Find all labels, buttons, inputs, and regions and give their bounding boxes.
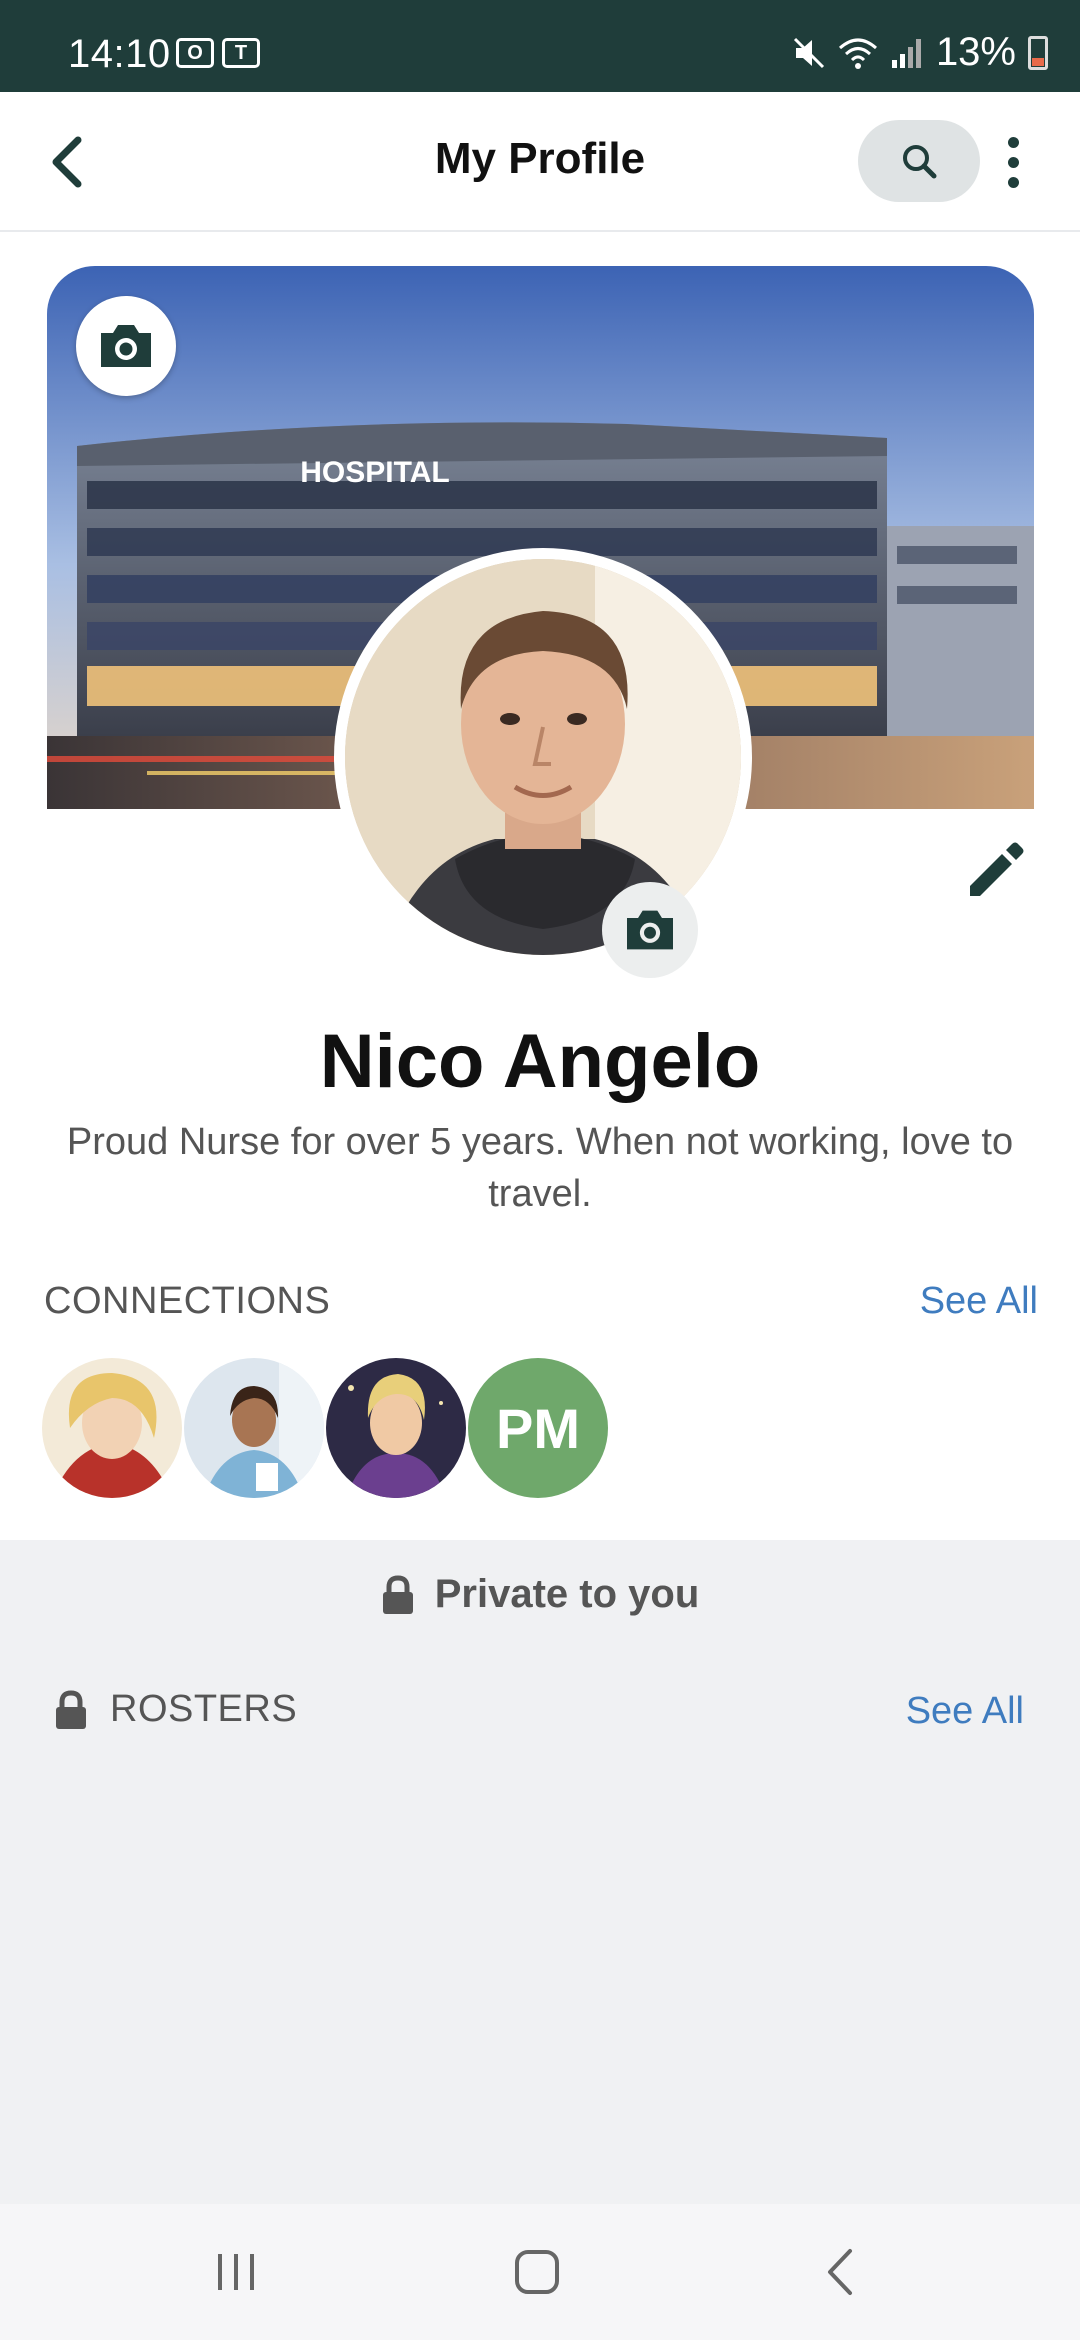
app-header: My Profile <box>0 92 1080 232</box>
connection-initials: PM <box>496 1396 580 1460</box>
connections-list: PM <box>42 1358 608 1498</box>
wifi-icon <box>838 38 877 69</box>
rosters-header: ROSTERS <box>54 1688 297 1731</box>
dot-icon <box>1007 176 1019 188</box>
signal-icon <box>891 38 921 68</box>
connection-avatar-3[interactable] <box>326 1358 466 1498</box>
dot-icon <box>1007 136 1019 148</box>
change-avatar-button[interactable] <box>602 882 698 978</box>
edit-profile-button[interactable] <box>956 832 1032 908</box>
outlook-icon: O <box>176 38 214 68</box>
search-icon <box>903 145 937 179</box>
status-app-icons: O T <box>176 38 260 68</box>
recents-button[interactable] <box>196 2240 276 2304</box>
change-cover-button[interactable] <box>76 296 176 396</box>
pencil-icon <box>970 842 1024 896</box>
private-note-text: Private to you <box>434 1572 700 1616</box>
profile-bio: Proud Nurse for over 5 years. When not w… <box>66 1121 1014 1215</box>
mute-icon <box>793 37 824 68</box>
recents-icon <box>218 2254 254 2290</box>
connection-avatar-4[interactable]: PM <box>468 1358 608 1498</box>
status-right: 13% <box>792 30 1048 75</box>
lock-icon <box>56 1689 86 1729</box>
status-time: 14:10 <box>68 32 171 76</box>
dot-icon <box>1007 156 1019 168</box>
teams-icon: T <box>222 38 260 68</box>
system-nav-bar <box>0 2204 1080 2340</box>
home-button[interactable] <box>497 2240 577 2304</box>
rosters-see-all-link[interactable]: See All <box>906 1690 1024 1733</box>
system-back-button[interactable] <box>800 2240 880 2304</box>
camera-icon <box>101 325 151 367</box>
connection-avatar-2[interactable] <box>184 1358 324 1498</box>
status-bar: 14:10 O T 13% <box>0 0 1080 92</box>
rosters-label: ROSTERS <box>110 1688 298 1730</box>
home-icon <box>515 2250 559 2294</box>
private-section <box>0 1540 1080 2204</box>
more-options-button[interactable] <box>998 130 1028 194</box>
profile-name: Nico Angelo <box>319 1019 761 1104</box>
back-icon <box>828 2249 852 2295</box>
lock-icon <box>382 1574 413 1614</box>
battery-icon <box>1028 35 1048 70</box>
private-note: Private to you <box>0 1572 1080 1617</box>
battery-percent: 13% <box>935 30 1016 74</box>
search-button[interactable] <box>858 120 980 202</box>
camera-icon <box>627 910 673 950</box>
connections-label: CONNECTIONS <box>44 1280 331 1322</box>
connection-avatar-1[interactable] <box>42 1358 182 1498</box>
connections-see-all-link[interactable]: See All <box>920 1280 1038 1323</box>
hospital-sign: HOSPITAL <box>300 456 449 489</box>
